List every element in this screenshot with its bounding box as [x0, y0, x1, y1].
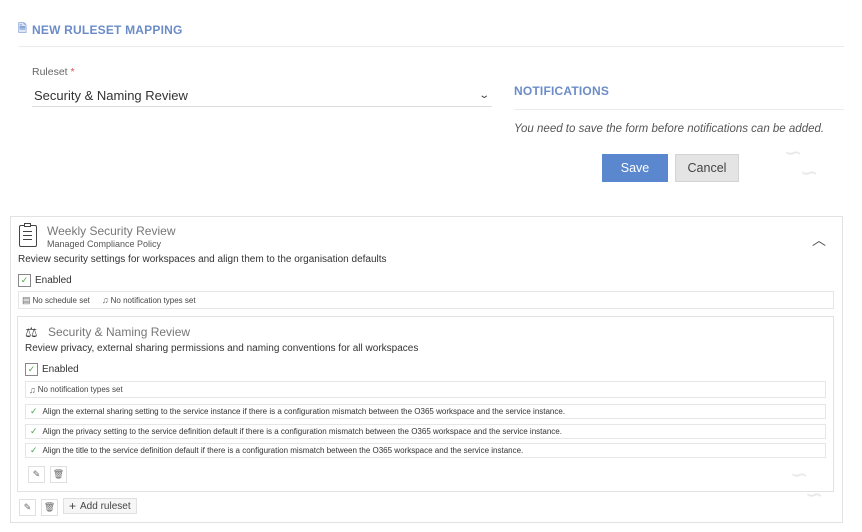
- notification-types-info: ♫ No notification types set: [29, 384, 123, 395]
- trash-icon: 🗑: [43, 502, 56, 512]
- cancel-button[interactable]: Cancel: [675, 154, 739, 182]
- policy-name: Weekly Security Review: [47, 224, 176, 238]
- notification-types-info: ♫ No notification types set: [101, 295, 196, 305]
- ruleset-select-value: Security & Naming Review: [34, 87, 188, 103]
- schedule-info: ▤ No schedule set: [22, 294, 90, 305]
- edit-policy-button[interactable]: ✎: [19, 499, 36, 516]
- ruleset-select[interactable]: Security & Naming Review ⌄: [32, 84, 492, 107]
- check-icon: ✓: [30, 406, 38, 416]
- decorative-swirl-icon: ∽: [800, 160, 819, 185]
- delete-policy-button[interactable]: 🗑: [41, 499, 58, 516]
- chevron-down-icon: ⌄: [477, 89, 490, 101]
- checkbox-checked-icon: ✓: [18, 274, 31, 287]
- ruleset-enabled-label: Enabled: [42, 364, 79, 375]
- delete-ruleset-button[interactable]: 🗑: [50, 466, 67, 483]
- bell-icon: ♫: [101, 295, 109, 305]
- pencil-icon: ✎: [32, 469, 41, 479]
- checkbox-checked-icon: ✓: [25, 363, 38, 376]
- add-ruleset-label: Add ruleset: [80, 500, 131, 512]
- ruleset-enabled-checkbox[interactable]: ✓ Enabled: [25, 363, 79, 376]
- add-ruleset-button[interactable]: + Add ruleset: [63, 498, 137, 514]
- save-button[interactable]: Save: [602, 154, 668, 182]
- policy-description: Review security settings for workspaces …: [18, 254, 387, 265]
- scales-icon: ⚖: [25, 324, 38, 340]
- trash-icon: 🗑: [52, 469, 65, 479]
- policy-type: Managed Compliance Policy: [47, 239, 162, 249]
- rule-item: ✓ Align the privacy setting to the servi…: [25, 424, 826, 439]
- page-title-text: NEW RULESET MAPPING: [32, 22, 183, 37]
- ruleset-card-description: Review privacy, external sharing permiss…: [25, 343, 419, 354]
- chevron-up-icon[interactable]: ︿: [812, 230, 826, 250]
- check-icon: ✓: [30, 445, 38, 455]
- rule-item: ✓ Align the title to the service definit…: [25, 443, 826, 458]
- plus-icon: +: [69, 499, 77, 513]
- policy-info-bar: ▤ No schedule set ♫ No notification type…: [18, 291, 834, 309]
- bell-icon: ♫: [29, 384, 36, 395]
- calendar-edit-icon: ▤: [22, 294, 31, 305]
- ruleset-label: Ruleset *: [32, 66, 75, 78]
- required-mark: *: [70, 66, 75, 78]
- pencil-icon: ✎: [23, 502, 32, 512]
- notifications-divider: [514, 109, 844, 110]
- rule-item: ✓ Align the external sharing setting to …: [25, 404, 826, 419]
- decorative-swirl-icon: ∽: [805, 482, 824, 507]
- clipboard-icon: [19, 223, 37, 247]
- header-divider: [18, 46, 844, 47]
- notifications-message: You need to save the form before notific…: [514, 123, 825, 135]
- notifications-title: NOTIFICATIONS: [514, 84, 610, 98]
- policy-enabled-label: Enabled: [35, 275, 72, 286]
- page-title: 🗎 NEW RULESET MAPPING: [18, 20, 183, 39]
- edit-ruleset-button[interactable]: ✎: [28, 466, 45, 483]
- policy-enabled-checkbox[interactable]: ✓ Enabled: [18, 274, 72, 287]
- document-icon: 🗎: [18, 23, 28, 35]
- check-icon: ✓: [30, 426, 38, 436]
- ruleset-info-bar: ♫ No notification types set: [25, 381, 826, 398]
- ruleset-card-name: Security & Naming Review: [48, 325, 191, 339]
